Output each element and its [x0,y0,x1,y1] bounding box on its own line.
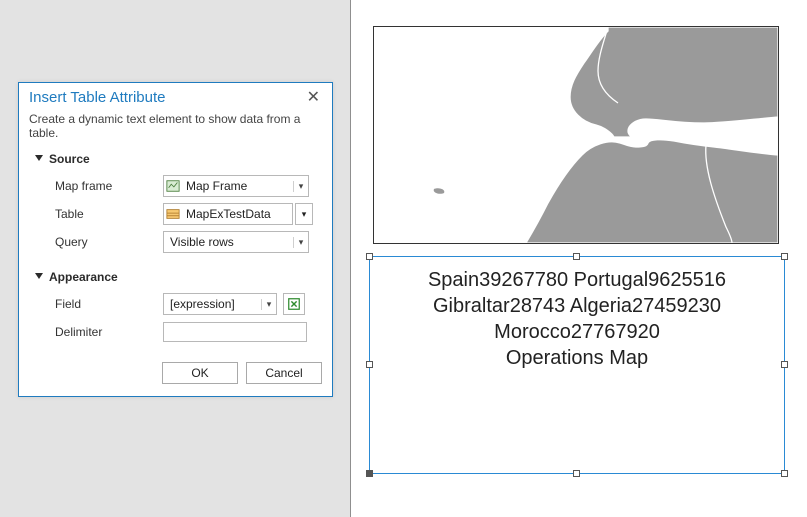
dialog-titlebar: Insert Table Attribute ✕ [19,83,332,108]
text-line: Spain39267780 Portugal9625516 [374,267,780,293]
insert-table-attribute-dialog: Insert Table Attribute ✕ Create a dynami… [18,82,333,397]
row-query: Query Visible rows ▾ [19,228,332,256]
label-delimiter: Delimiter [55,325,163,339]
delimiter-input[interactable] [163,322,307,342]
chevron-down-icon[interactable]: ▾ [293,181,308,192]
field-value: [expression] [164,297,261,311]
resize-handle-bottom-right[interactable] [781,470,788,477]
text-line: Morocco27767920 [374,319,780,345]
map-frame-value: Map Frame [182,179,293,193]
table-dropdown[interactable]: MapExTestData [163,203,293,225]
resize-handle-top-left[interactable] [366,253,373,260]
row-delimiter: Delimiter [19,318,332,346]
spacer [19,256,332,268]
selected-text-element[interactable]: Spain39267780 Portugal9625516 Gibraltar2… [369,256,785,474]
dialog-title: Insert Table Attribute [29,89,165,106]
query-dropdown[interactable]: Visible rows ▾ [163,231,309,253]
query-value: Visible rows [164,235,293,249]
map-frame-preview[interactable] [373,26,779,244]
cancel-button[interactable]: Cancel [246,362,322,384]
table-dropdown-arrow[interactable]: ▾ [295,203,313,225]
chevron-down-icon[interactable]: ▾ [293,237,308,248]
resize-handle-bottom-middle[interactable] [573,470,580,477]
resize-handle-top-right[interactable] [781,253,788,260]
text-line: Gibraltar28743 Algeria27459230 [374,293,780,319]
section-header-source[interactable]: Source [19,150,332,172]
table-value: MapExTestData [182,207,292,221]
field-dropdown[interactable]: [expression] ▾ [163,293,277,315]
section-header-appearance[interactable]: Appearance [19,268,332,290]
label-table: Table [55,207,163,221]
label-map-frame: Map frame [55,179,163,193]
resize-handle-middle-right[interactable] [781,361,788,368]
dialog-subtitle: Create a dynamic text element to show da… [19,108,332,150]
text-line: Operations Map [374,345,780,371]
close-icon[interactable]: ✕ [305,90,322,106]
label-query: Query [55,235,163,249]
dynamic-text-content[interactable]: Spain39267780 Portugal9625516 Gibraltar2… [370,257,784,381]
ok-button[interactable]: OK [162,362,238,384]
property-panel: Insert Table Attribute ✕ Create a dynami… [0,0,351,517]
row-map-frame: Map frame Map Frame ▾ [19,172,332,200]
chevron-down-icon[interactable]: ▾ [261,299,276,310]
table-icon [164,207,182,221]
row-table: Table MapExTestData ▾ [19,200,332,228]
anchor-handle-bottom-left[interactable] [366,470,373,477]
dialog-button-row: OK Cancel [19,346,332,396]
map-frame-dropdown[interactable]: Map Frame ▾ [163,175,309,197]
layout-canvas[interactable]: Spain39267780 Portugal9625516 Gibraltar2… [351,0,807,517]
label-field: Field [55,297,163,311]
resize-handle-top-middle[interactable] [573,253,580,260]
map-frame-icon [164,179,182,193]
expression-builder-button[interactable] [283,293,305,315]
row-field: Field [expression] ▾ [19,290,332,318]
resize-handle-middle-left[interactable] [366,361,373,368]
